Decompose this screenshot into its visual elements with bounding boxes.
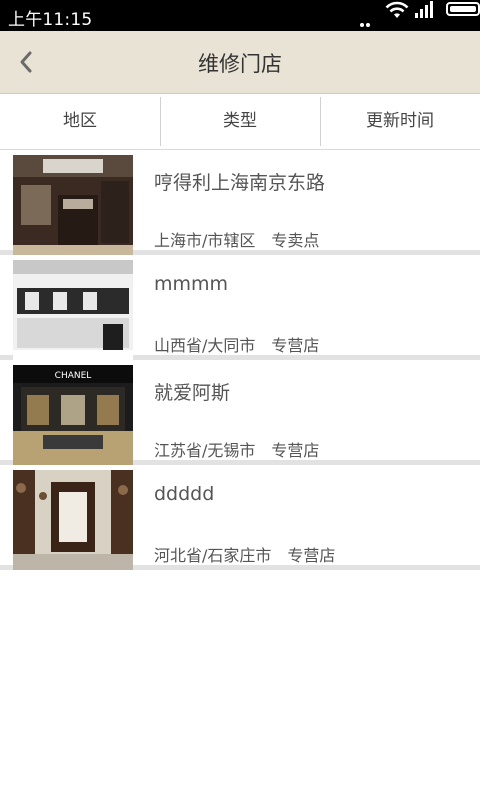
store-region: 河北省/石家庄市 xyxy=(154,546,272,565)
store-thumbnail xyxy=(13,260,133,360)
store-meta: 上海市/市辖区 专卖点 xyxy=(154,227,319,251)
battery-icon xyxy=(446,2,480,16)
page-title: 维修门店 xyxy=(198,52,282,76)
store-type: 专营店 xyxy=(271,441,320,460)
store-type: 专营店 xyxy=(271,336,320,355)
store-name: 就爱阿斯 xyxy=(154,382,231,404)
wifi-icon xyxy=(385,1,409,18)
store-meta: 山西省/大同市 专营店 xyxy=(154,332,319,356)
more-dots-icon xyxy=(360,12,376,46)
filter-type-tab[interactable]: 类型 xyxy=(160,94,320,149)
store-type: 专卖点 xyxy=(271,231,320,250)
store-list-item[interactable]: ddddd 河北省/石家庄市 专营店 xyxy=(0,465,480,570)
store-meta: 江苏省/无锡市 专营店 xyxy=(154,437,319,461)
store-name: mmmm xyxy=(154,273,229,295)
signal-icon xyxy=(415,1,433,18)
store-region: 江苏省/无锡市 xyxy=(154,441,256,460)
store-list: 哼得利上海南京东路 上海市/市辖区 专卖点 mmmm 山西省/大同市 专营店 C… xyxy=(0,150,480,570)
store-thumbnail: CHANEL xyxy=(13,365,133,465)
store-type: 专营店 xyxy=(287,546,336,565)
filter-update-time-tab[interactable]: 更新时间 xyxy=(320,94,480,149)
store-list-item[interactable]: CHANEL 就爱阿斯 江苏省/无锡市 专营店 xyxy=(0,360,480,465)
store-list-item[interactable]: 哼得利上海南京东路 上海市/市辖区 专卖点 xyxy=(0,150,480,255)
status-time: 上午11:15 xyxy=(8,10,93,30)
store-region: 山西省/大同市 xyxy=(154,336,256,355)
store-name: ddddd xyxy=(154,483,215,505)
store-name: 哼得利上海南京东路 xyxy=(154,172,326,194)
filter-region-tab[interactable]: 地区 xyxy=(0,94,160,149)
store-region: 上海市/市辖区 xyxy=(154,231,256,250)
store-thumbnail xyxy=(13,155,133,255)
store-list-item[interactable]: mmmm 山西省/大同市 专营店 xyxy=(0,255,480,360)
filter-bar: 地区 类型 更新时间 xyxy=(0,94,480,150)
store-thumbnail xyxy=(13,470,133,570)
status-bar: 上午11:15 xyxy=(0,0,480,46)
top-nav-bar: 维修门店 xyxy=(0,31,480,94)
store-meta: 河北省/石家庄市 专营店 xyxy=(154,542,335,566)
chanel-sign: CHANEL xyxy=(55,371,92,381)
